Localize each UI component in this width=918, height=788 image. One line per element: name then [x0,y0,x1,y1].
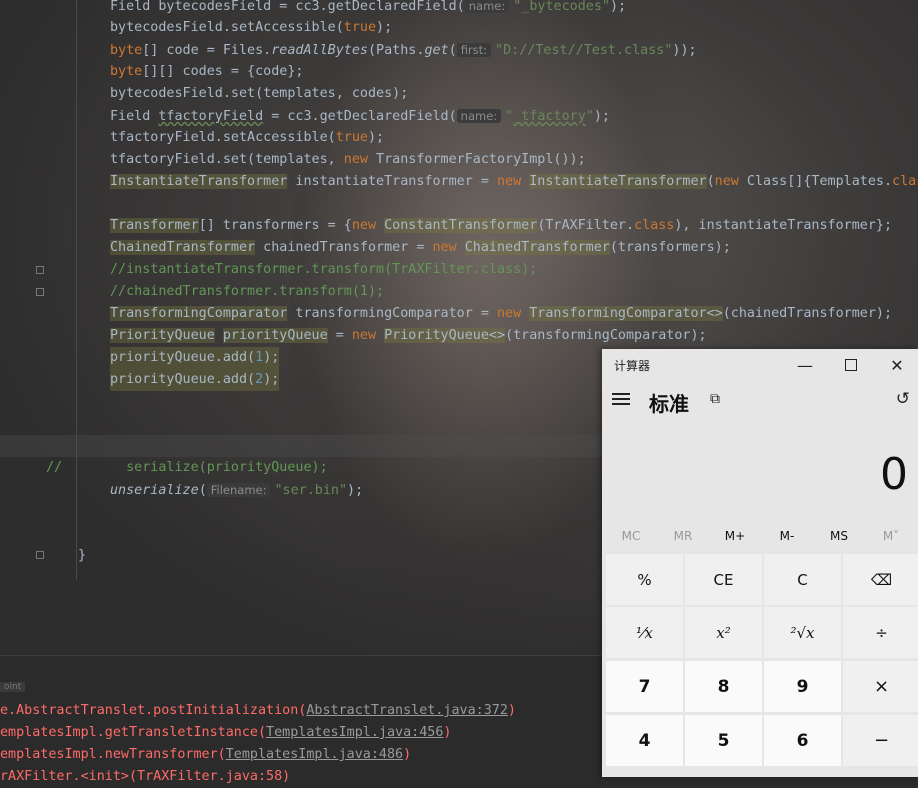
code-line[interactable]: priorityQueue.add(1); [110,347,280,369]
menu-icon[interactable] [612,393,630,407]
code-line[interactable]: //serialize(priorityQueue); [46,457,328,479]
code-line[interactable]: priorityQueue.add(2); [110,369,280,391]
code-line[interactable]: InstantiateTransformer instantiateTransf… [110,171,918,193]
code-line[interactable]: //instantiateTransformer.transform(TrAXF… [110,259,537,281]
memory-row: MC MR M+ M- MS M˅ [602,524,918,548]
maximize-button[interactable] [828,349,874,381]
stack-trace-line: emplatesImpl.getTransletInstance(Templat… [0,725,452,740]
calculator-title: 计算器 [614,359,651,373]
param-hint: Filename: [206,483,271,497]
code-line[interactable]: ChainedTransformer chainedTransformer = … [110,237,731,259]
code-line[interactable]: bytecodesField.setAccessible(true); [110,17,392,39]
clear-key[interactable]: C [764,554,841,605]
stack-trace-line: rAXFilter.<init>(TrAXFilter.java:58) [0,769,291,784]
fold-marker[interactable] [36,288,44,296]
code-line[interactable]: TransformingComparator transformingCompa… [110,303,892,325]
keep-on-top-icon[interactable]: ⧉ [710,391,720,407]
memory-clear-button[interactable]: MC [605,524,657,548]
clear-entry-key[interactable]: CE [685,554,762,605]
code-line[interactable]: byte[][] codes = {code}; [110,61,304,83]
calculator-titlebar[interactable]: 计算器 — ✕ [602,349,918,381]
percent-key[interactable]: % [606,554,683,605]
digit-5-key[interactable]: 5 [685,715,762,766]
memory-recall-button[interactable]: MR [657,524,709,548]
stack-trace-line: emplatesImpl.newTransformer(TemplatesImp… [0,747,412,762]
memory-store-button[interactable]: MS [813,524,865,548]
code-line[interactable]: Transformer[] transformers = {new Consta… [110,215,892,237]
calculator-window[interactable]: 计算器 — ✕ 标准 ⧉ ↺ 0 MC MR M+ M- MS M˅ % CE … [602,349,918,777]
minimize-button[interactable]: — [782,349,828,381]
param-hint: name: [456,109,502,123]
digit-6-key[interactable]: 6 [764,715,841,766]
reciprocal-key[interactable]: ¹⁄x [606,607,683,658]
code-line[interactable]: tfactoryField.setAccessible(true); [110,127,384,149]
calculator-display: 0 [880,449,908,500]
memory-add-button[interactable]: M+ [709,524,761,548]
console-tag: oint [0,682,26,692]
code-line[interactable]: unserialize(Filename: "ser.bin"); [110,479,363,501]
square-key[interactable]: x² [685,607,762,658]
param-hint: name: [464,0,510,13]
close-button[interactable]: ✕ [874,349,918,381]
fold-marker[interactable] [36,551,44,559]
square-root-key[interactable]: ²√x [764,607,841,658]
digit-9-key[interactable]: 9 [764,661,841,712]
multiply-key[interactable]: × [843,661,918,712]
code-line[interactable]: } [78,545,86,567]
stack-trace-link[interactable]: TemplatesImpl.java:456 [266,725,443,740]
memory-subtract-button[interactable]: M- [761,524,813,548]
code-line[interactable]: tfactoryField.set(templates, new Transfo… [110,149,586,171]
backspace-key[interactable]: ⌫ [843,554,918,605]
stack-trace-line: e.AbstractTranslet.postInitialization(Ab… [0,703,516,718]
digit-8-key[interactable]: 8 [685,661,762,712]
code-line[interactable]: Field bytecodesField = cc3.getDeclaredFi… [110,0,626,17]
stack-trace-link[interactable]: TemplatesImpl.java:486 [226,747,403,762]
memory-list-button[interactable]: M˅ [865,524,917,548]
digit-4-key[interactable]: 4 [606,715,683,766]
subtract-key[interactable]: − [843,715,918,766]
code-line[interactable]: bytecodesField.set(templates, codes); [110,83,408,105]
mode-title: 标准 [649,392,689,416]
divide-key[interactable]: ÷ [843,607,918,658]
code-line[interactable]: PriorityQueue priorityQueue = new Priori… [110,325,707,347]
code-line[interactable]: byte[] code = Files.readAllBytes(Paths.g… [110,39,697,61]
param-hint: first: [456,43,492,57]
calculator-header: 标准 ⧉ ↺ [602,385,918,417]
fold-marker[interactable] [36,266,44,274]
gutter-guide [76,0,77,580]
code-line[interactable]: Field tfactoryField = cc3.getDeclaredFie… [110,105,610,127]
stack-trace-link[interactable]: AbstractTranslet.java:372 [306,703,508,718]
code-line[interactable]: //chainedTransformer.transform(1); [110,281,384,303]
history-icon[interactable]: ↺ [896,389,910,409]
digit-7-key[interactable]: 7 [606,661,683,712]
